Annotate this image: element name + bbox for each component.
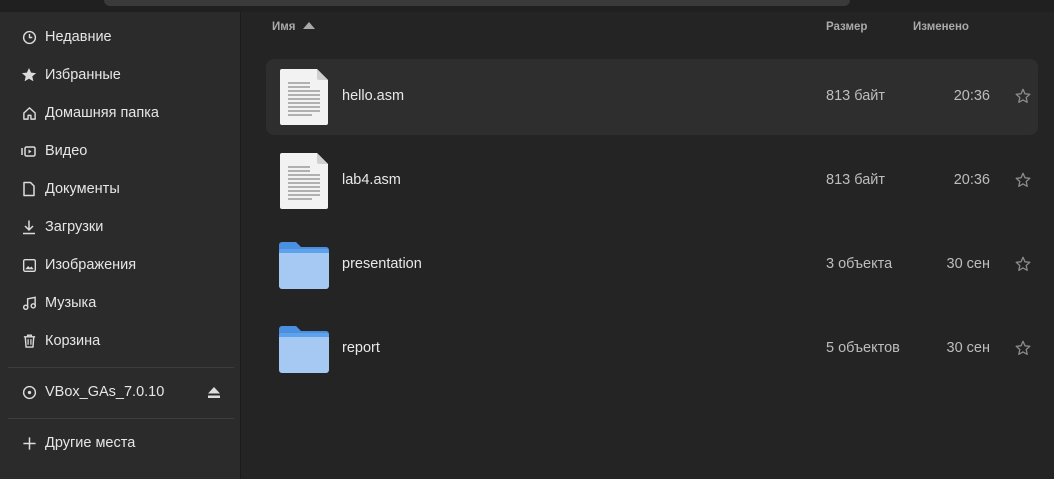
sidebar-item-label: Изображения	[45, 257, 137, 273]
file-name: lab4.asm	[342, 172, 401, 188]
file-size: 813 байт	[826, 88, 885, 104]
folder-icon	[276, 235, 332, 295]
file-row[interactable]: report 5 объектов 30 сен	[266, 311, 1038, 387]
folder-icon	[276, 319, 332, 379]
file-modified: 30 сен	[946, 256, 990, 272]
sidebar: Недавние Избранные Домашняя папка Видео …	[0, 12, 241, 479]
document-icon	[20, 180, 38, 198]
star-outline-icon[interactable]	[1014, 255, 1032, 273]
file-row[interactable]: presentation 3 объекта 30 сен	[266, 227, 1038, 303]
sidebar-item-videos[interactable]: Видео	[8, 134, 234, 168]
trash-icon	[20, 332, 38, 350]
music-icon	[20, 294, 38, 312]
sidebar-item-trash[interactable]: Корзина	[8, 324, 234, 358]
star-outline-icon[interactable]	[1014, 87, 1032, 105]
search-bar[interactable]	[104, 0, 850, 6]
video-icon	[20, 142, 38, 160]
sidebar-item-device[interactable]: VBox_GAs_7.0.10	[8, 375, 234, 409]
sidebar-item-label: Музыка	[45, 295, 97, 311]
file-modified: 20:36	[953, 88, 990, 104]
disc-icon	[20, 383, 38, 401]
sidebar-item-documents[interactable]: Документы	[8, 172, 234, 206]
star-icon	[20, 66, 38, 84]
sidebar-item-label: Избранные	[45, 67, 121, 83]
eject-icon[interactable]	[206, 384, 222, 400]
sort-ascending-icon	[303, 22, 316, 29]
sidebar-item-label: Видео	[45, 143, 88, 159]
sidebar-item-label: Документы	[45, 181, 120, 197]
home-icon	[20, 104, 38, 122]
file-modified: 30 сен	[946, 340, 990, 356]
column-header-size[interactable]: Размер	[826, 21, 867, 33]
file-row[interactable]: hello.asm 813 байт 20:36	[266, 59, 1038, 135]
sidebar-item-other-locations[interactable]: Другие места	[8, 426, 234, 460]
sidebar-item-music[interactable]: Музыка	[8, 286, 234, 320]
sidebar-item-label: Недавние	[45, 29, 112, 45]
file-name: report	[342, 340, 380, 356]
clock-icon	[20, 28, 38, 46]
sidebar-item-starred[interactable]: Избранные	[8, 58, 234, 92]
column-name-label: Имя	[272, 21, 296, 33]
sidebar-item-label: Другие места	[45, 435, 136, 451]
sidebar-divider	[8, 418, 234, 419]
top-bar	[0, 0, 1054, 12]
file-name: presentation	[342, 256, 422, 272]
sidebar-item-label: Корзина	[45, 333, 101, 349]
file-list-view: Имя Размер Изменено hello.asm 813 байт 2…	[242, 12, 1054, 479]
star-outline-icon[interactable]	[1014, 339, 1032, 357]
column-header-name[interactable]: Имя	[272, 21, 316, 33]
text-file-icon	[276, 67, 332, 127]
file-size: 3 объекта	[826, 256, 893, 272]
column-header-modified[interactable]: Изменено	[913, 21, 969, 33]
sidebar-divider	[8, 367, 234, 368]
sidebar-item-recent[interactable]: Недавние	[8, 20, 234, 54]
file-size: 813 байт	[826, 172, 885, 188]
star-outline-icon[interactable]	[1014, 171, 1032, 189]
file-name: hello.asm	[342, 88, 405, 104]
sidebar-item-downloads[interactable]: Загрузки	[8, 210, 234, 244]
file-row[interactable]: lab4.asm 813 байт 20:36	[266, 143, 1038, 219]
sidebar-item-label: Домашняя папка	[45, 105, 159, 121]
sidebar-item-home[interactable]: Домашняя папка	[8, 96, 234, 130]
image-icon	[20, 256, 38, 274]
sidebar-item-label: Загрузки	[45, 219, 104, 235]
text-file-icon	[276, 151, 332, 211]
plus-icon	[20, 434, 38, 452]
device-label: VBox_GAs_7.0.10	[45, 384, 165, 400]
file-modified: 20:36	[953, 172, 990, 188]
download-icon	[20, 218, 38, 236]
file-size: 5 объектов	[826, 340, 900, 356]
sidebar-item-pictures[interactable]: Изображения	[8, 248, 234, 282]
